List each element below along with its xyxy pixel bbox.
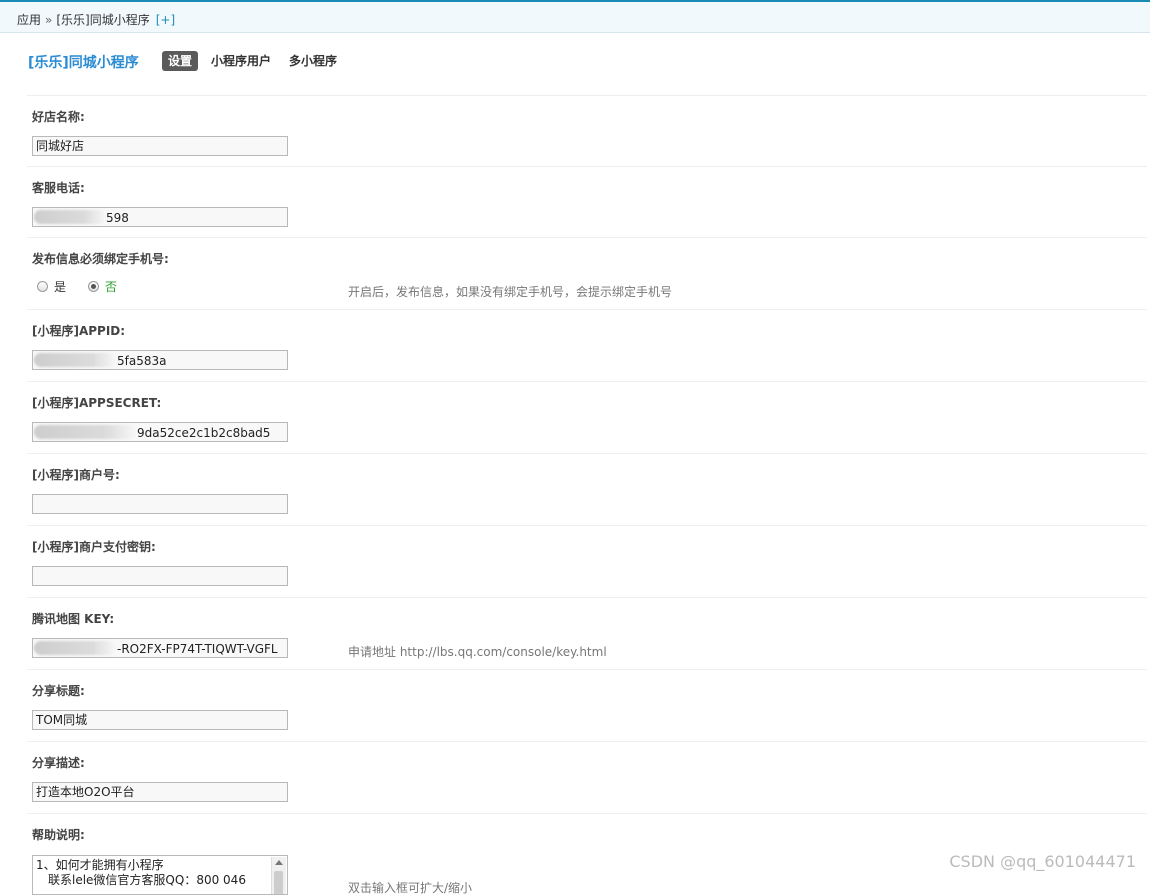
radio-no-label[interactable]: 否: [105, 278, 117, 295]
share-desc-value: 打造本地O2O平台: [36, 785, 135, 799]
redaction-blur: [34, 210, 106, 224]
radio-no[interactable]: [88, 281, 100, 292]
redaction-blur: [34, 425, 136, 439]
service-phone-label: 客服电话:: [32, 181, 85, 195]
share-desc-input[interactable]: 打造本地O2O平台: [32, 782, 288, 802]
share-title-input[interactable]: TOM同城: [32, 710, 288, 730]
appsecret-input[interactable]: 9da52ce2c1b2c8bad5: [32, 422, 288, 442]
merchant-key-label: [小程序]商户支付密钥:: [32, 540, 156, 554]
form-row-share-title: 分享标题: TOM同城: [27, 669, 1147, 741]
bind-phone-label: 发布信息必须绑定手机号:: [32, 252, 169, 266]
breadcrumb: 应用 » [乐乐]同城小程序 [+]: [17, 11, 175, 28]
watermark: CSDN @qq_601044471: [949, 852, 1136, 871]
scroll-up-arrow-icon[interactable]: [275, 860, 283, 865]
appid-input[interactable]: 5fa583a: [32, 350, 288, 370]
form-row-merchant-key: [小程序]商户支付密钥:: [27, 525, 1147, 597]
help-text-line: 联系lele微信官方客服QQ：800 046: [48, 873, 246, 887]
tab-multi-miniapp[interactable]: 多小程序: [289, 51, 337, 71]
tab-miniapp-users[interactable]: 小程序用户: [211, 51, 271, 71]
map-key-hint: 申请地址 http://lbs.qq.com/console/key.html: [348, 645, 607, 659]
breadcrumb-root[interactable]: 应用: [17, 13, 41, 27]
share-title-label: 分享标题:: [32, 684, 85, 698]
breadcrumb-separator: »: [45, 13, 53, 27]
settings-form: 好店名称: 同城好店 客服电话: 598 发布信息必须绑定手机号: 是否 开启后…: [27, 95, 1147, 895]
shop-name-value: 同城好店: [36, 139, 85, 153]
shop-name-label: 好店名称:: [32, 110, 85, 124]
merchant-id-input[interactable]: [32, 494, 288, 514]
merchant-id-label: [小程序]商户号:: [32, 468, 120, 482]
help-hint: 双击输入框可扩大/缩小: [348, 881, 473, 895]
radio-yes-label[interactable]: 是: [54, 278, 66, 295]
breadcrumb-bar: 应用 » [乐乐]同城小程序 [+]: [0, 0, 1150, 33]
radio-yes[interactable]: [37, 281, 48, 292]
merchant-key-input[interactable]: [32, 566, 288, 586]
form-row-shop-name: 好店名称: 同城好店: [27, 95, 1147, 166]
plugin-header: [乐乐]同城小程序 设置 小程序用户 多小程序: [28, 50, 1138, 72]
map-key-value: -RO2FX-FP74T-TIQWT-VGFL: [117, 642, 278, 656]
textarea-scrollbar[interactable]: [271, 857, 286, 894]
form-row-map-key: 腾讯地图 KEY: -RO2FX-FP74T-TIQWT-VGFL 申请地址 h…: [27, 597, 1147, 669]
form-row-appsecret: [小程序]APPSECRET: 9da52ce2c1b2c8bad5: [27, 381, 1147, 453]
form-row-share-desc: 分享描述: 打造本地O2O平台: [27, 741, 1147, 813]
form-row-appid: [小程序]APPID: 5fa583a: [27, 309, 1147, 381]
help-textarea[interactable]: 1、如何才能拥有小程序 联系lele微信官方客服QQ：800 046: [32, 855, 288, 895]
appid-label: [小程序]APPID:: [32, 324, 126, 338]
map-key-input[interactable]: -RO2FX-FP74T-TIQWT-VGFL: [32, 638, 288, 658]
bind-phone-hint: 开启后，发布信息，如果没有绑定手机号，会提示绑定手机号: [348, 285, 673, 299]
share-title-value: TOM同城: [36, 713, 88, 727]
scroll-thumb[interactable]: [274, 871, 283, 894]
shop-name-input[interactable]: 同城好店: [32, 136, 288, 156]
redaction-blur: [34, 353, 116, 367]
appsecret-label: [小程序]APPSECRET:: [32, 396, 162, 410]
form-row-bind-phone: 发布信息必须绑定手机号: 是否 开启后，发布信息，如果没有绑定手机号，会提示绑定…: [27, 237, 1147, 309]
tab-settings[interactable]: 设置: [162, 51, 199, 71]
redaction-blur: [34, 641, 116, 655]
bind-phone-radio-group: 是否: [37, 278, 139, 295]
help-text-line: 1、如何才能拥有小程序: [36, 858, 164, 872]
appid-value: 5fa583a: [117, 354, 167, 368]
add-shortcut-button[interactable]: [+]: [156, 13, 175, 27]
form-row-service-phone: 客服电话: 598: [27, 166, 1147, 237]
form-row-merchant-id: [小程序]商户号:: [27, 453, 1147, 525]
share-desc-label: 分享描述:: [32, 756, 85, 770]
appsecret-value: 9da52ce2c1b2c8bad5: [137, 426, 271, 440]
plugin-title: [乐乐]同城小程序: [28, 55, 139, 71]
map-key-label: 腾讯地图 KEY:: [32, 612, 115, 626]
help-label: 帮助说明:: [32, 828, 85, 842]
breadcrumb-current[interactable]: [乐乐]同城小程序: [56, 13, 149, 27]
service-phone-input[interactable]: 598: [32, 207, 288, 227]
service-phone-value: 598: [106, 211, 129, 225]
